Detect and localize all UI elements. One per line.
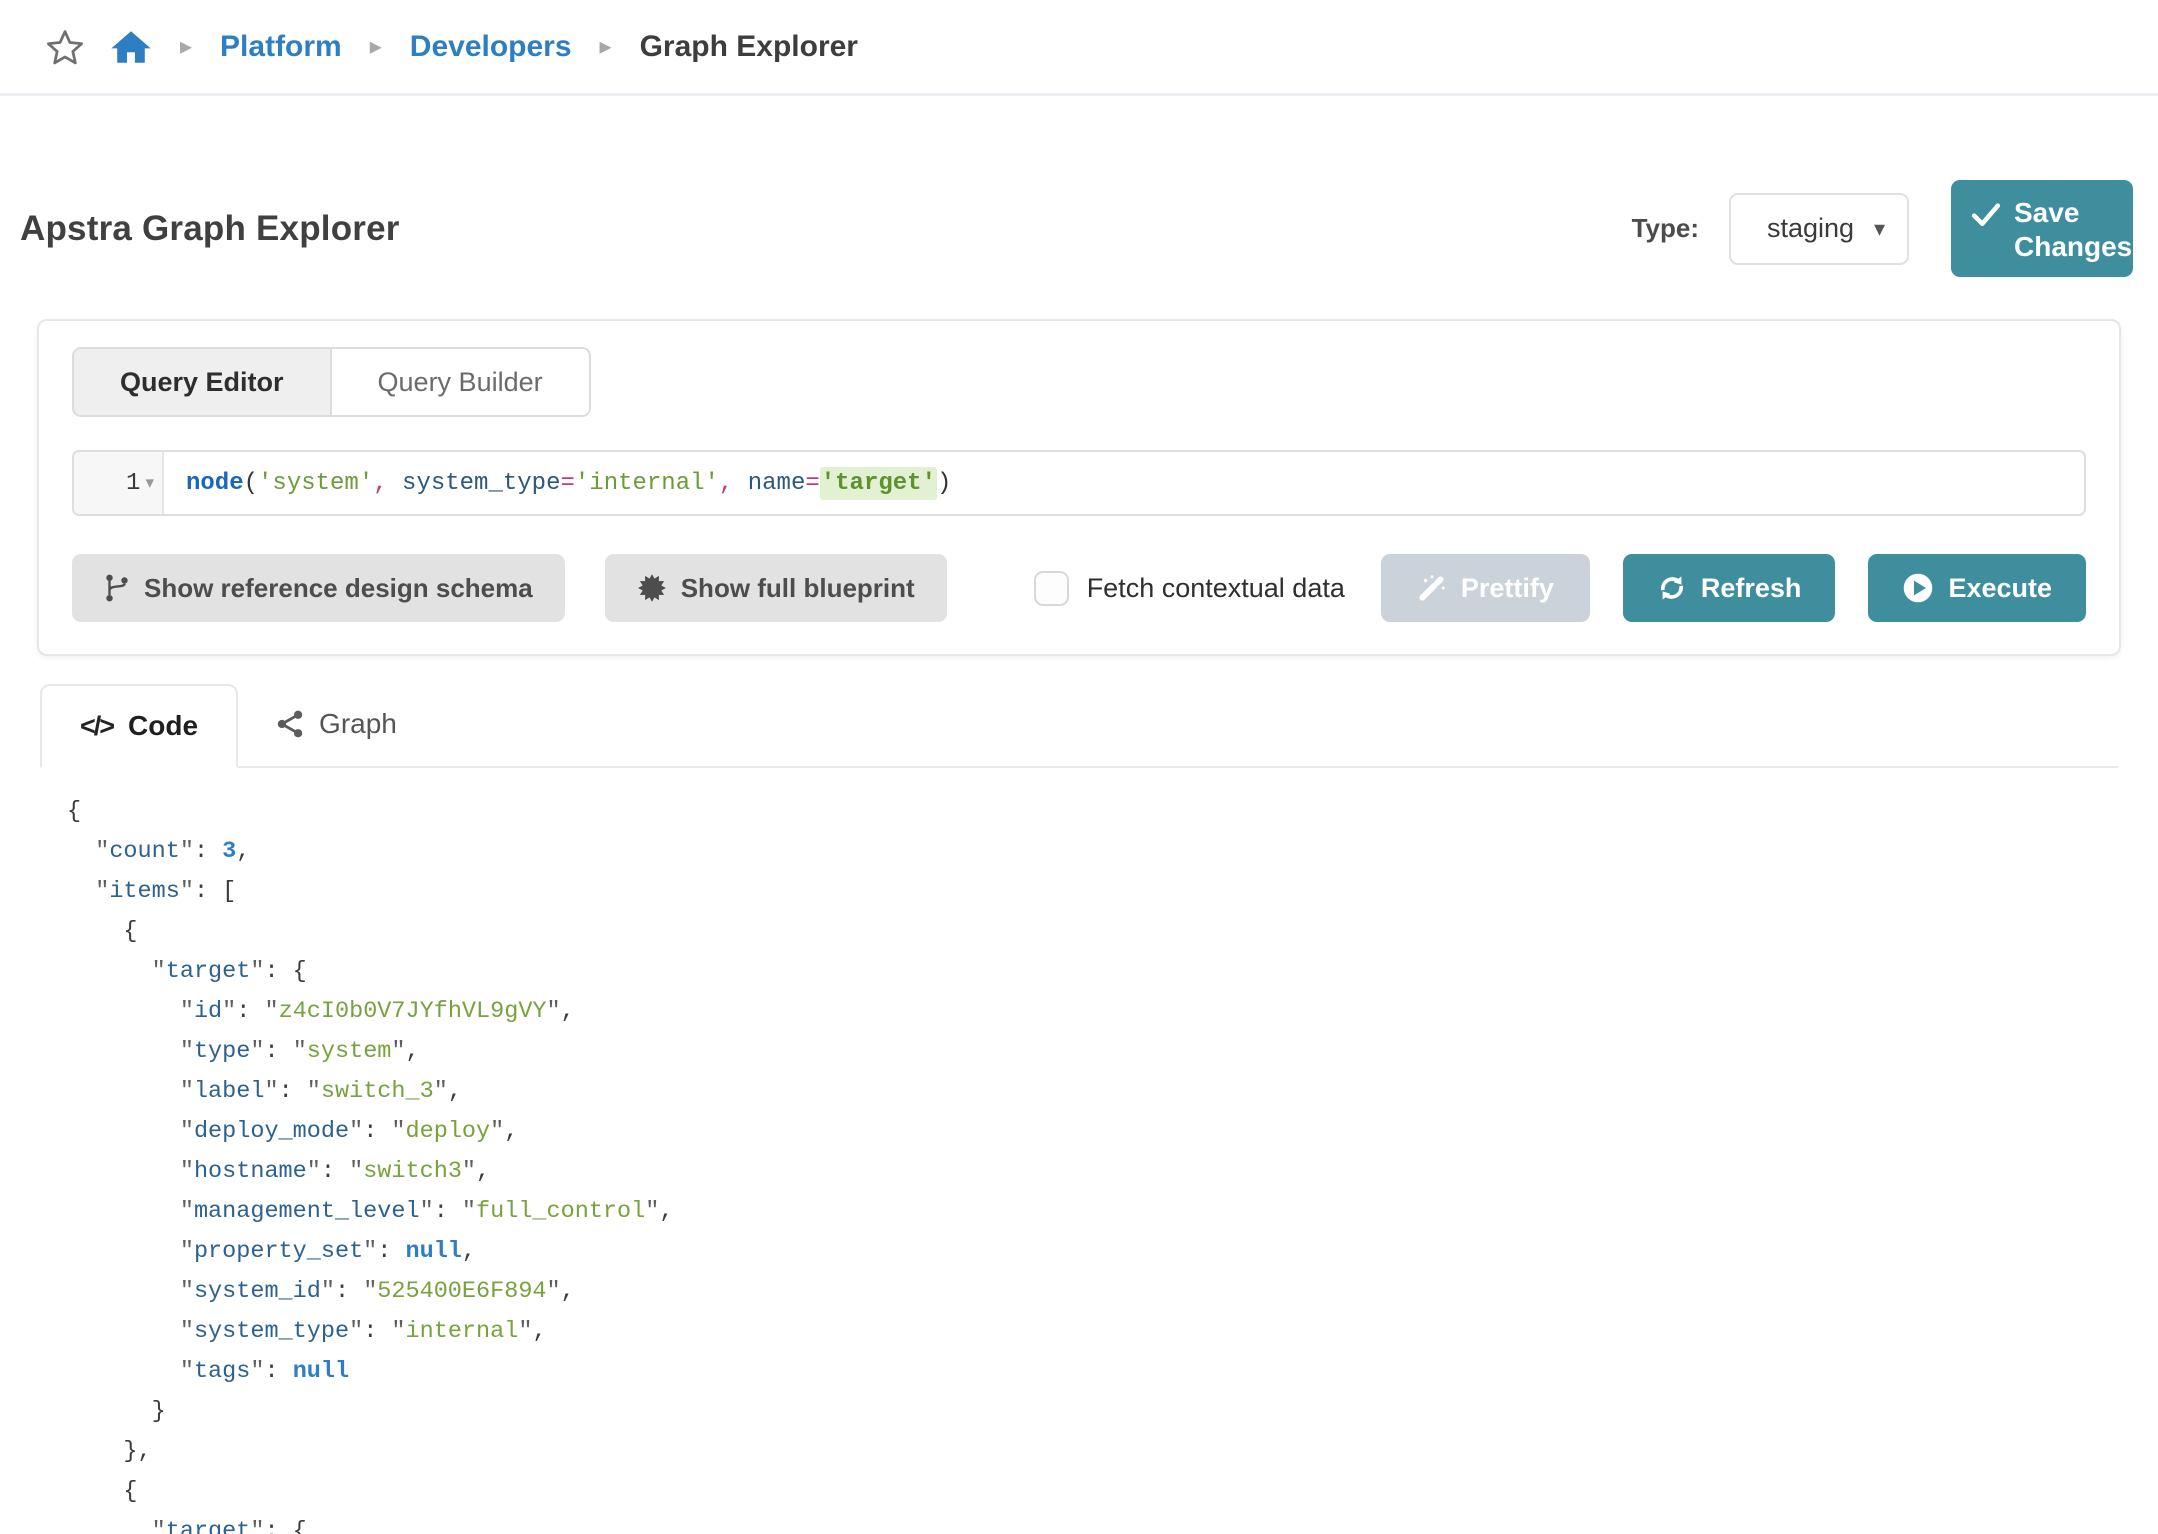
- results-tabs: </> Code Graph: [40, 682, 2118, 768]
- query-panel: Query Editor Query Builder 1 ▾ node('sys…: [37, 319, 2121, 656]
- prettify-button[interactable]: Prettify: [1381, 554, 1590, 622]
- breadcrumb-separator-icon: ▸: [178, 35, 194, 59]
- line-number: 1: [126, 470, 140, 497]
- code-fold-icon[interactable]: ▾: [145, 473, 154, 493]
- type-label: Type:: [1632, 213, 1699, 244]
- git-fork-icon: [104, 573, 130, 603]
- query-editor: 1 ▾ node('system', system_type='internal…: [72, 450, 2086, 516]
- breadcrumb-link-platform[interactable]: Platform: [220, 30, 342, 64]
- home-icon[interactable]: [110, 28, 152, 66]
- execute-label: Execute: [1948, 573, 2052, 604]
- refresh-icon: [1657, 573, 1687, 603]
- save-changes-label: Save Changes: [2014, 196, 2126, 263]
- breadcrumb-current: Graph Explorer: [640, 30, 858, 64]
- refresh-button[interactable]: Refresh: [1623, 554, 1836, 622]
- fetch-contextual-data-label[interactable]: Fetch contextual data: [1087, 573, 1345, 604]
- chevron-down-icon: ▾: [1874, 216, 1885, 242]
- tab-graph-label: Graph: [319, 708, 397, 740]
- type-select[interactable]: staging ▾: [1729, 193, 1909, 265]
- check-icon: [1971, 202, 2001, 228]
- tab-query-editor[interactable]: Query Editor: [74, 349, 330, 415]
- query-actions-row: Show reference design schema Show full b…: [72, 554, 2086, 622]
- magic-wand-icon: [1417, 573, 1447, 603]
- show-reference-design-schema-button[interactable]: Show reference design schema: [72, 554, 565, 622]
- refresh-label: Refresh: [1701, 573, 1802, 604]
- save-changes-button[interactable]: Save Changes: [1951, 180, 2133, 277]
- code-icon: </>: [80, 711, 113, 742]
- execute-button[interactable]: Execute: [1868, 554, 2086, 622]
- page-title: Apstra Graph Explorer: [20, 209, 400, 249]
- show-full-blueprint-button[interactable]: Show full blueprint: [605, 554, 947, 622]
- type-select-value: staging: [1767, 213, 1854, 244]
- fetch-contextual-data-checkbox[interactable]: [1034, 571, 1069, 606]
- tab-code[interactable]: </> Code: [40, 684, 238, 768]
- query-mode-tabs: Query Editor Query Builder: [72, 347, 591, 417]
- play-circle-icon: [1902, 572, 1934, 604]
- tab-query-builder[interactable]: Query Builder: [330, 349, 589, 415]
- query-result-json: { "count": 3, "items": [ { "target": { "…: [20, 768, 2138, 1534]
- show-reference-design-schema-label: Show reference design schema: [144, 573, 533, 604]
- share-icon: [276, 709, 304, 739]
- editor-gutter: 1 ▾: [74, 452, 164, 514]
- fetch-contextual-data-group: Fetch contextual data: [1034, 571, 1345, 606]
- breadcrumb-separator-icon: ▸: [598, 35, 614, 59]
- prettify-label: Prettify: [1461, 573, 1554, 604]
- favorite-star-icon[interactable]: [46, 28, 84, 66]
- show-full-blueprint-label: Show full blueprint: [681, 573, 915, 604]
- breadcrumb-separator-icon: ▸: [368, 35, 384, 59]
- gear-burst-icon: [637, 573, 667, 603]
- breadcrumb-link-developers[interactable]: Developers: [410, 30, 572, 64]
- tab-graph[interactable]: Graph: [238, 682, 435, 766]
- breadcrumb-bar: ▸ Platform ▸ Developers ▸ Graph Explorer: [0, 0, 2158, 96]
- title-row: Apstra Graph Explorer Type: staging ▾ Sa…: [20, 180, 2138, 277]
- query-code-line[interactable]: node('system', system_type='internal', n…: [164, 452, 2084, 514]
- tab-code-label: Code: [128, 710, 198, 742]
